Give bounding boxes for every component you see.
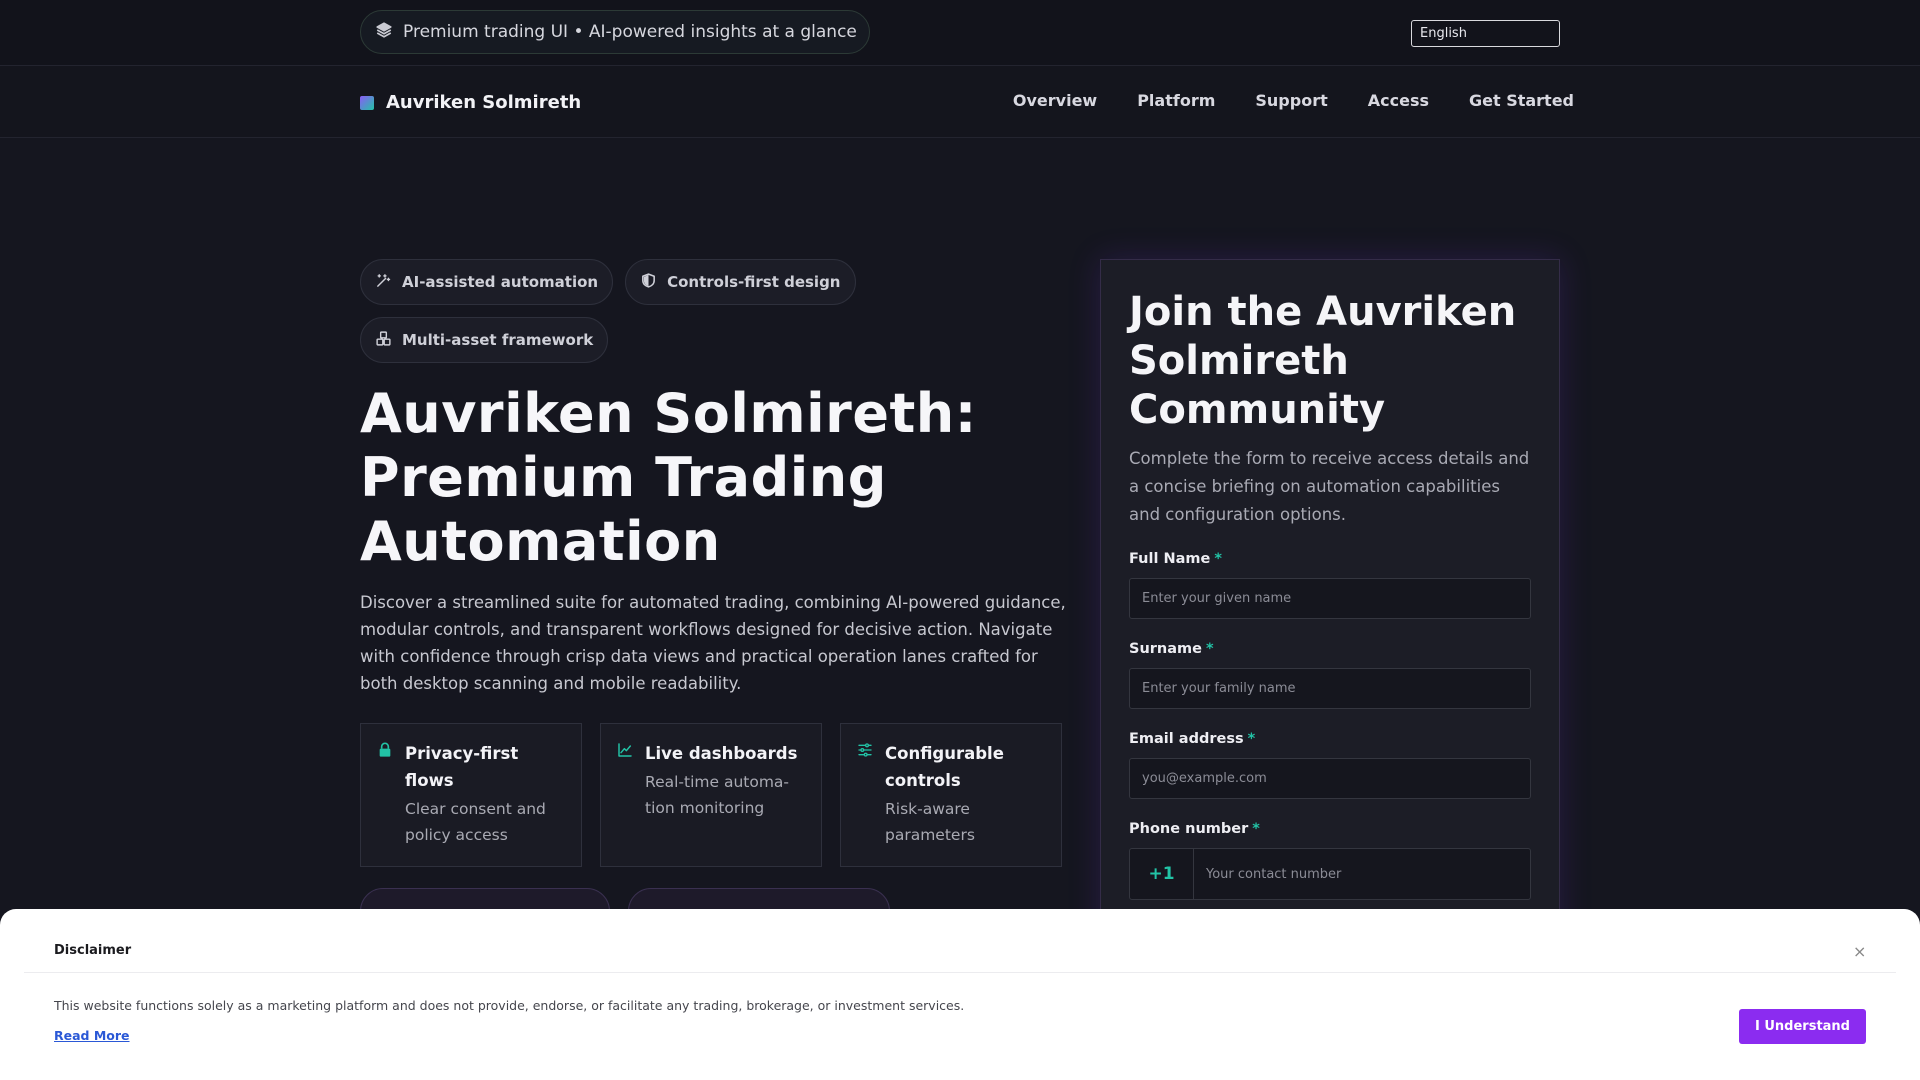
feature-card-controls: Configurable controls Risk-aware paramet… — [840, 723, 1062, 867]
required-mark: * — [1247, 731, 1256, 747]
line-chart-icon — [617, 740, 633, 866]
phone-label: Phone number * — [1129, 821, 1260, 837]
hero-title: Auvriken Solmireth: Premium Trading Auto… — [360, 382, 977, 573]
feature-title: Live dashboards — [645, 744, 798, 763]
chip-label: Controls-first design — [667, 273, 841, 291]
hero-chips: AI-assisted automation Controls-first de… — [360, 259, 920, 363]
signup-form-card: Join the Auvriken Solmireth Community Co… — [1100, 259, 1560, 959]
surname-label: Surname * — [1129, 641, 1214, 657]
disclaimer-banner: Disclaimer × This website functions sole… — [0, 909, 1920, 1080]
magic-wand-icon — [375, 272, 392, 293]
feature-title: Privacy-first flows — [405, 744, 519, 790]
promo-text: Premium trading UI • AI-powered insights… — [403, 22, 857, 42]
hero-description: Discover a streamlined suite for automat… — [360, 593, 1066, 693]
layers-icon — [375, 21, 393, 44]
phone-field[interactable] — [1194, 849, 1530, 899]
required-mark: * — [1252, 821, 1260, 837]
nav-link-platform[interactable]: Platform — [1137, 91, 1215, 110]
chip-multi-asset: Multi-asset framework — [360, 317, 609, 363]
feature-title: Configurable controls — [885, 744, 1004, 790]
nav-link-support[interactable]: Support — [1255, 91, 1327, 110]
chip-label: AI-assisted automation — [402, 273, 599, 291]
nav-link-access[interactable]: Access — [1368, 91, 1429, 110]
navbar: Auvriken Solmireth Overview Platform Sup… — [0, 66, 1920, 138]
form-subtitle: Complete the form to receive access deta… — [1129, 449, 1530, 524]
read-more-link[interactable]: Read More — [54, 1028, 130, 1043]
full-name-field[interactable] — [1129, 578, 1531, 619]
nav-link-overview[interactable]: Overview — [1013, 91, 1097, 110]
sliders-icon — [857, 740, 873, 866]
divider — [24, 972, 1896, 973]
chip-label: Multi-asset framework — [402, 331, 594, 349]
feature-card-privacy: Privacy-first flows Clear consent and po… — [360, 723, 582, 867]
surname-field[interactable] — [1129, 668, 1531, 709]
brand-name: Auvriken Solmireth — [386, 92, 582, 113]
cubes-icon — [375, 330, 392, 351]
close-icon[interactable]: × — [1853, 942, 1866, 961]
chip-ai-automation: AI-assisted automation — [360, 259, 614, 305]
phone-field-group: +1 — [1129, 848, 1531, 900]
chip-controls-first: Controls-first design — [625, 259, 856, 305]
email-label: Email address * — [1129, 731, 1256, 747]
disclaimer-title: Disclaimer — [54, 943, 132, 958]
top-bar: Premium trading UI • AI-powered insights… — [0, 0, 1920, 66]
understand-button[interactable]: I Understand — [1739, 1009, 1866, 1044]
feature-subtitle: Risk-aware parameters — [885, 800, 975, 844]
feature-subtitle: Clear consent and policy access — [405, 800, 546, 844]
required-mark: * — [1205, 641, 1214, 657]
language-select[interactable]: English — [1411, 20, 1560, 47]
full-name-label: Full Name * — [1129, 551, 1222, 567]
lock-icon — [377, 740, 393, 866]
form-title: Join the Auvriken Solmireth Community — [1129, 289, 1517, 433]
brand[interactable]: Auvriken Solmireth — [360, 92, 581, 113]
nav-links: Overview Platform Support Access Get Sta… — [1013, 91, 1574, 110]
shield-icon — [640, 272, 657, 293]
nav-link-get-started[interactable]: Get Started — [1469, 91, 1574, 110]
feature-card-dashboards: Live dashboards Real-time automa-tion mo… — [600, 723, 822, 867]
disclaimer-text: This website functions solely as a marke… — [54, 998, 965, 1013]
feature-subtitle: Real-time automa-tion monitoring — [645, 773, 790, 817]
required-mark: * — [1214, 551, 1222, 567]
feature-cards: Privacy-first flows Clear consent and po… — [360, 723, 1062, 867]
email-field[interactable] — [1129, 758, 1531, 799]
promo-pill: Premium trading UI • AI-powered insights… — [360, 10, 870, 54]
phone-country-code[interactable]: +1 — [1130, 849, 1194, 899]
brand-logo-icon — [360, 95, 374, 110]
